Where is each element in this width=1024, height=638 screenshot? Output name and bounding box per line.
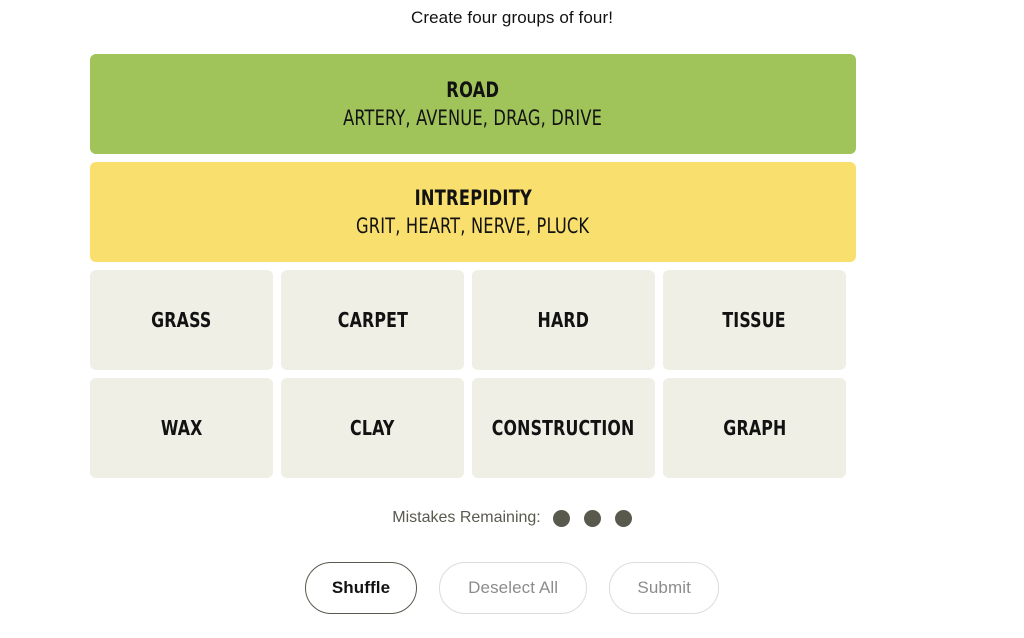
puzzle-board: ROAD ARTERY, AVENUE, DRAG, DRIVE INTREPI… xyxy=(90,54,856,486)
tile-carpet[interactable]: CARPET xyxy=(281,270,464,370)
solved-group-members: GRIT, HEART, NERVE, PLUCK xyxy=(356,213,590,238)
solved-group-row: INTREPIDITY GRIT, HEART, NERVE, PLUCK xyxy=(90,162,856,262)
mistakes-remaining: Mistakes Remaining: xyxy=(0,507,1024,529)
tile-hard[interactable]: HARD xyxy=(472,270,655,370)
tile-grass[interactable]: GRASS xyxy=(90,270,273,370)
mistake-dot-icon xyxy=(583,509,601,527)
mistakes-remaining-label: Mistakes Remaining: xyxy=(392,509,541,526)
solved-group-green: ROAD ARTERY, AVENUE, DRAG, DRIVE xyxy=(90,54,856,154)
tile-label: GRASS xyxy=(151,308,212,332)
tile-tissue[interactable]: TISSUE xyxy=(663,270,846,370)
mistake-dot-icon xyxy=(552,509,570,527)
shuffle-button[interactable]: Shuffle xyxy=(304,562,418,614)
tile-wax[interactable]: WAX xyxy=(90,378,273,478)
mistake-dots xyxy=(552,509,632,527)
tile-construction[interactable]: CONSTRUCTION xyxy=(472,378,655,478)
submit-button[interactable]: Submit xyxy=(609,562,720,614)
connections-game-page: Create four groups of four! ROAD ARTERY,… xyxy=(0,0,1024,638)
game-controls: Shuffle Deselect All Submit xyxy=(0,562,1024,614)
tile-label: GRAPH xyxy=(722,416,787,440)
tile-label: HARD xyxy=(537,308,590,332)
game-instruction: Create four groups of four! xyxy=(410,8,614,27)
solved-group-title: INTREPIDITY xyxy=(414,185,532,210)
mistake-dot-icon xyxy=(614,509,632,527)
tile-label: CONSTRUCTION xyxy=(492,416,635,440)
solved-group-title: ROAD xyxy=(446,77,500,102)
solved-group-row: ROAD ARTERY, AVENUE, DRAG, DRIVE xyxy=(90,54,856,154)
tile-label: WAX xyxy=(160,416,203,440)
deselect-all-button[interactable]: Deselect All xyxy=(439,562,588,614)
tile-label: TISSUE xyxy=(722,308,787,332)
solved-group-members: ARTERY, AVENUE, DRAG, DRIVE xyxy=(343,105,603,130)
tile-row: GRASS CARPET HARD TISSUE xyxy=(90,270,856,370)
tile-clay[interactable]: CLAY xyxy=(281,378,464,478)
solved-group-yellow: INTREPIDITY GRIT, HEART, NERVE, PLUCK xyxy=(90,162,856,262)
tile-row: WAX CLAY CONSTRUCTION GRAPH xyxy=(90,378,856,478)
tile-label: CLAY xyxy=(350,416,395,440)
tile-graph[interactable]: GRAPH xyxy=(663,378,846,478)
tile-label: CARPET xyxy=(337,308,408,332)
